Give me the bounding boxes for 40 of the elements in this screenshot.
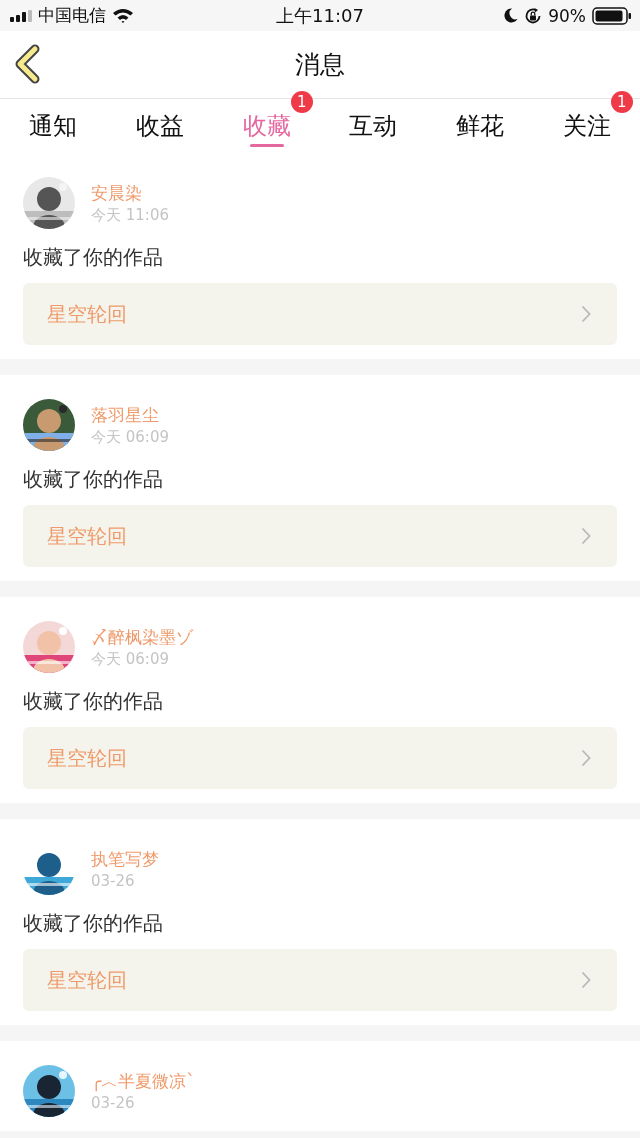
user-name[interactable]: ╭︿半夏微凉`	[91, 1070, 195, 1093]
message-time: 03-26	[91, 1094, 136, 1112]
chevron-right-icon	[581, 527, 591, 545]
message-text: 收藏了你的作品	[23, 466, 164, 493]
clock-time: 上午11:07	[276, 3, 364, 28]
rotation-lock-icon	[524, 6, 543, 25]
signal-icon	[10, 9, 32, 22]
tab[interactable]: 收益	[136, 110, 184, 142]
work-link[interactable]: 星空轮回	[23, 283, 617, 345]
message-text: 收藏了你的作品	[23, 910, 164, 937]
message-time: 今天 11:06	[91, 205, 169, 225]
tab[interactable]: 收藏	[242, 110, 291, 142]
message-time: 今天 06:09	[91, 649, 170, 669]
carrier-name: 中国电信	[38, 4, 106, 27]
battery-icon	[592, 6, 632, 25]
count-badge: 1	[290, 91, 313, 113]
message-text: 收藏了你的作品	[23, 688, 164, 715]
user-name[interactable]: 〆醉枫染墨ゾ	[91, 625, 193, 649]
battery-percent: 90%	[548, 5, 586, 26]
message-text: 收藏了你的作品	[23, 244, 164, 271]
work-link[interactable]: 星空轮回	[23, 727, 617, 789]
chevron-right-icon	[581, 749, 591, 767]
tab[interactable]: 互动	[349, 110, 398, 142]
tab-underline	[249, 144, 284, 147]
chevron-right-icon	[581, 971, 591, 989]
work-link[interactable]: 星空轮回	[23, 505, 617, 567]
page-title: 消息	[295, 49, 345, 81]
chevron-right-icon	[581, 305, 591, 323]
message-time: 03-26	[91, 872, 136, 890]
wifi-icon	[112, 8, 134, 23]
user-name[interactable]: 执笔写梦	[91, 848, 159, 871]
work-link[interactable]: 星空轮回	[23, 949, 617, 1011]
moon-icon	[504, 8, 519, 23]
tab[interactable]: 通知	[29, 110, 78, 142]
tab[interactable]: 鲜花	[456, 110, 504, 142]
message-time: 今天 06:09	[91, 427, 169, 447]
tab[interactable]: 关注	[562, 110, 611, 142]
user-name[interactable]: 安晨染	[91, 181, 169, 205]
user-name[interactable]: 落羽星尘	[91, 403, 169, 427]
count-badge: 1	[610, 91, 633, 113]
